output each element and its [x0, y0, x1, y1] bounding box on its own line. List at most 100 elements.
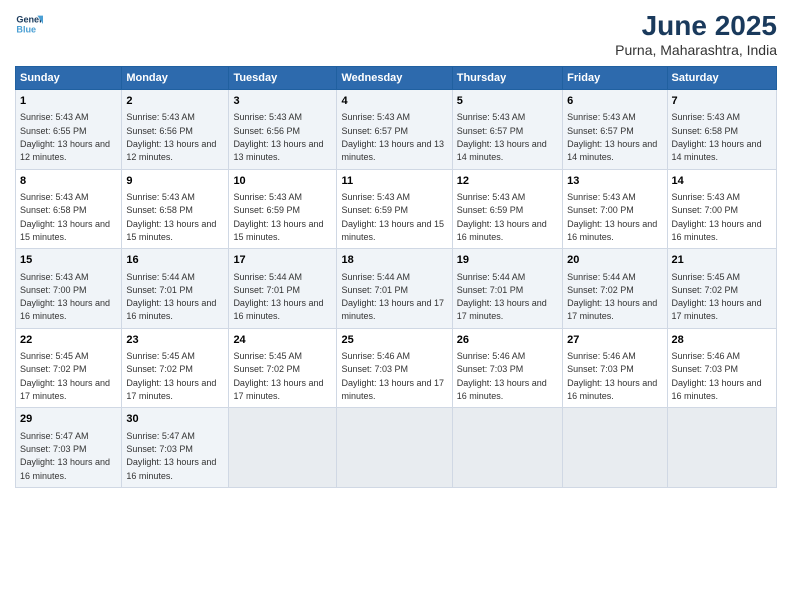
day-number: 26: [457, 333, 558, 348]
calendar-cell: 13 Sunrise: 5:43 AMSunset: 7:00 PMDaylig…: [563, 169, 667, 249]
day-number: 23: [126, 333, 224, 348]
day-info: Sunrise: 5:45 AMSunset: 7:02 PMDaylight:…: [672, 272, 762, 322]
day-info: Sunrise: 5:45 AMSunset: 7:02 PMDaylight:…: [126, 351, 216, 401]
day-number: 21: [672, 253, 772, 268]
day-number: 6: [567, 94, 662, 109]
header-row: SundayMondayTuesdayWednesdayThursdayFrid…: [16, 67, 777, 90]
header-cell-saturday: Saturday: [667, 67, 776, 90]
day-info: Sunrise: 5:43 AMSunset: 6:57 PMDaylight:…: [341, 112, 444, 162]
subtitle: Purna, Maharashtra, India: [615, 42, 777, 58]
calendar-cell: 14 Sunrise: 5:43 AMSunset: 7:00 PMDaylig…: [667, 169, 776, 249]
page-container: General Blue June 2025 Purna, Maharashtr…: [0, 0, 792, 498]
header: General Blue June 2025 Purna, Maharashtr…: [15, 10, 777, 58]
day-info: Sunrise: 5:44 AMSunset: 7:01 PMDaylight:…: [233, 272, 323, 322]
day-number: 22: [20, 333, 117, 348]
calendar-cell: 18 Sunrise: 5:44 AMSunset: 7:01 PMDaylig…: [337, 249, 452, 329]
calendar-cell: 28 Sunrise: 5:46 AMSunset: 7:03 PMDaylig…: [667, 328, 776, 408]
day-number: 18: [341, 253, 447, 268]
day-info: Sunrise: 5:46 AMSunset: 7:03 PMDaylight:…: [672, 351, 762, 401]
calendar-week-1: 8 Sunrise: 5:43 AMSunset: 6:58 PMDayligh…: [16, 169, 777, 249]
calendar-cell: 29 Sunrise: 5:47 AMSunset: 7:03 PMDaylig…: [16, 408, 122, 488]
calendar-cell: 6 Sunrise: 5:43 AMSunset: 6:57 PMDayligh…: [563, 90, 667, 170]
calendar-cell: 17 Sunrise: 5:44 AMSunset: 7:01 PMDaylig…: [229, 249, 337, 329]
day-number: 29: [20, 412, 117, 427]
day-info: Sunrise: 5:43 AMSunset: 6:59 PMDaylight:…: [457, 192, 547, 242]
day-info: Sunrise: 5:43 AMSunset: 6:56 PMDaylight:…: [233, 112, 323, 162]
day-number: 10: [233, 174, 332, 189]
day-info: Sunrise: 5:43 AMSunset: 6:58 PMDaylight:…: [126, 192, 216, 242]
day-info: Sunrise: 5:47 AMSunset: 7:03 PMDaylight:…: [20, 431, 110, 481]
day-info: Sunrise: 5:46 AMSunset: 7:03 PMDaylight:…: [567, 351, 657, 401]
day-number: 24: [233, 333, 332, 348]
day-info: Sunrise: 5:43 AMSunset: 6:57 PMDaylight:…: [457, 112, 547, 162]
day-number: 2: [126, 94, 224, 109]
calendar-cell: 19 Sunrise: 5:44 AMSunset: 7:01 PMDaylig…: [452, 249, 562, 329]
day-info: Sunrise: 5:44 AMSunset: 7:01 PMDaylight:…: [457, 272, 547, 322]
calendar-week-0: 1 Sunrise: 5:43 AMSunset: 6:55 PMDayligh…: [16, 90, 777, 170]
calendar-cell: 10 Sunrise: 5:43 AMSunset: 6:59 PMDaylig…: [229, 169, 337, 249]
header-cell-tuesday: Tuesday: [229, 67, 337, 90]
day-number: 1: [20, 94, 117, 109]
calendar-cell: 4 Sunrise: 5:43 AMSunset: 6:57 PMDayligh…: [337, 90, 452, 170]
calendar-cell: 3 Sunrise: 5:43 AMSunset: 6:56 PMDayligh…: [229, 90, 337, 170]
calendar-cell: [337, 408, 452, 488]
day-number: 4: [341, 94, 447, 109]
day-number: 5: [457, 94, 558, 109]
day-info: Sunrise: 5:43 AMSunset: 6:55 PMDaylight:…: [20, 112, 110, 162]
calendar-cell: 5 Sunrise: 5:43 AMSunset: 6:57 PMDayligh…: [452, 90, 562, 170]
day-info: Sunrise: 5:45 AMSunset: 7:02 PMDaylight:…: [233, 351, 323, 401]
day-number: 16: [126, 253, 224, 268]
calendar-cell: 22 Sunrise: 5:45 AMSunset: 7:02 PMDaylig…: [16, 328, 122, 408]
calendar-cell: 2 Sunrise: 5:43 AMSunset: 6:56 PMDayligh…: [122, 90, 229, 170]
calendar-cell: 27 Sunrise: 5:46 AMSunset: 7:03 PMDaylig…: [563, 328, 667, 408]
calendar-cell: 12 Sunrise: 5:43 AMSunset: 6:59 PMDaylig…: [452, 169, 562, 249]
calendar-week-4: 29 Sunrise: 5:47 AMSunset: 7:03 PMDaylig…: [16, 408, 777, 488]
calendar-cell: 8 Sunrise: 5:43 AMSunset: 6:58 PMDayligh…: [16, 169, 122, 249]
day-info: Sunrise: 5:43 AMSunset: 6:56 PMDaylight:…: [126, 112, 216, 162]
day-info: Sunrise: 5:43 AMSunset: 6:57 PMDaylight:…: [567, 112, 657, 162]
header-cell-thursday: Thursday: [452, 67, 562, 90]
day-info: Sunrise: 5:47 AMSunset: 7:03 PMDaylight:…: [126, 431, 216, 481]
day-info: Sunrise: 5:43 AMSunset: 7:00 PMDaylight:…: [20, 272, 110, 322]
day-info: Sunrise: 5:44 AMSunset: 7:02 PMDaylight:…: [567, 272, 657, 322]
day-info: Sunrise: 5:43 AMSunset: 7:00 PMDaylight:…: [672, 192, 762, 242]
calendar-cell: 30 Sunrise: 5:47 AMSunset: 7:03 PMDaylig…: [122, 408, 229, 488]
svg-text:Blue: Blue: [16, 24, 36, 34]
calendar-week-3: 22 Sunrise: 5:45 AMSunset: 7:02 PMDaylig…: [16, 328, 777, 408]
day-number: 3: [233, 94, 332, 109]
header-cell-monday: Monday: [122, 67, 229, 90]
day-number: 28: [672, 333, 772, 348]
day-number: 15: [20, 253, 117, 268]
day-number: 30: [126, 412, 224, 427]
day-number: 17: [233, 253, 332, 268]
calendar-cell: 24 Sunrise: 5:45 AMSunset: 7:02 PMDaylig…: [229, 328, 337, 408]
day-info: Sunrise: 5:43 AMSunset: 6:59 PMDaylight:…: [341, 192, 444, 242]
calendar-cell: 15 Sunrise: 5:43 AMSunset: 7:00 PMDaylig…: [16, 249, 122, 329]
day-number: 12: [457, 174, 558, 189]
day-number: 14: [672, 174, 772, 189]
day-number: 11: [341, 174, 447, 189]
day-info: Sunrise: 5:44 AMSunset: 7:01 PMDaylight:…: [126, 272, 216, 322]
day-info: Sunrise: 5:43 AMSunset: 6:58 PMDaylight:…: [672, 112, 762, 162]
calendar-cell: [667, 408, 776, 488]
day-info: Sunrise: 5:46 AMSunset: 7:03 PMDaylight:…: [457, 351, 547, 401]
day-number: 9: [126, 174, 224, 189]
day-info: Sunrise: 5:46 AMSunset: 7:03 PMDaylight:…: [341, 351, 444, 401]
calendar-cell: 9 Sunrise: 5:43 AMSunset: 6:58 PMDayligh…: [122, 169, 229, 249]
logo: General Blue: [15, 10, 43, 38]
calendar-cell: 7 Sunrise: 5:43 AMSunset: 6:58 PMDayligh…: [667, 90, 776, 170]
header-cell-sunday: Sunday: [16, 67, 122, 90]
day-info: Sunrise: 5:45 AMSunset: 7:02 PMDaylight:…: [20, 351, 110, 401]
day-info: Sunrise: 5:43 AMSunset: 6:58 PMDaylight:…: [20, 192, 110, 242]
day-number: 19: [457, 253, 558, 268]
day-info: Sunrise: 5:43 AMSunset: 7:00 PMDaylight:…: [567, 192, 657, 242]
logo-icon: General Blue: [15, 10, 43, 38]
calendar-cell: 20 Sunrise: 5:44 AMSunset: 7:02 PMDaylig…: [563, 249, 667, 329]
day-number: 8: [20, 174, 117, 189]
calendar-cell: 26 Sunrise: 5:46 AMSunset: 7:03 PMDaylig…: [452, 328, 562, 408]
calendar-table: SundayMondayTuesdayWednesdayThursdayFrid…: [15, 66, 777, 488]
day-number: 20: [567, 253, 662, 268]
day-number: 27: [567, 333, 662, 348]
day-info: Sunrise: 5:44 AMSunset: 7:01 PMDaylight:…: [341, 272, 444, 322]
day-info: Sunrise: 5:43 AMSunset: 6:59 PMDaylight:…: [233, 192, 323, 242]
